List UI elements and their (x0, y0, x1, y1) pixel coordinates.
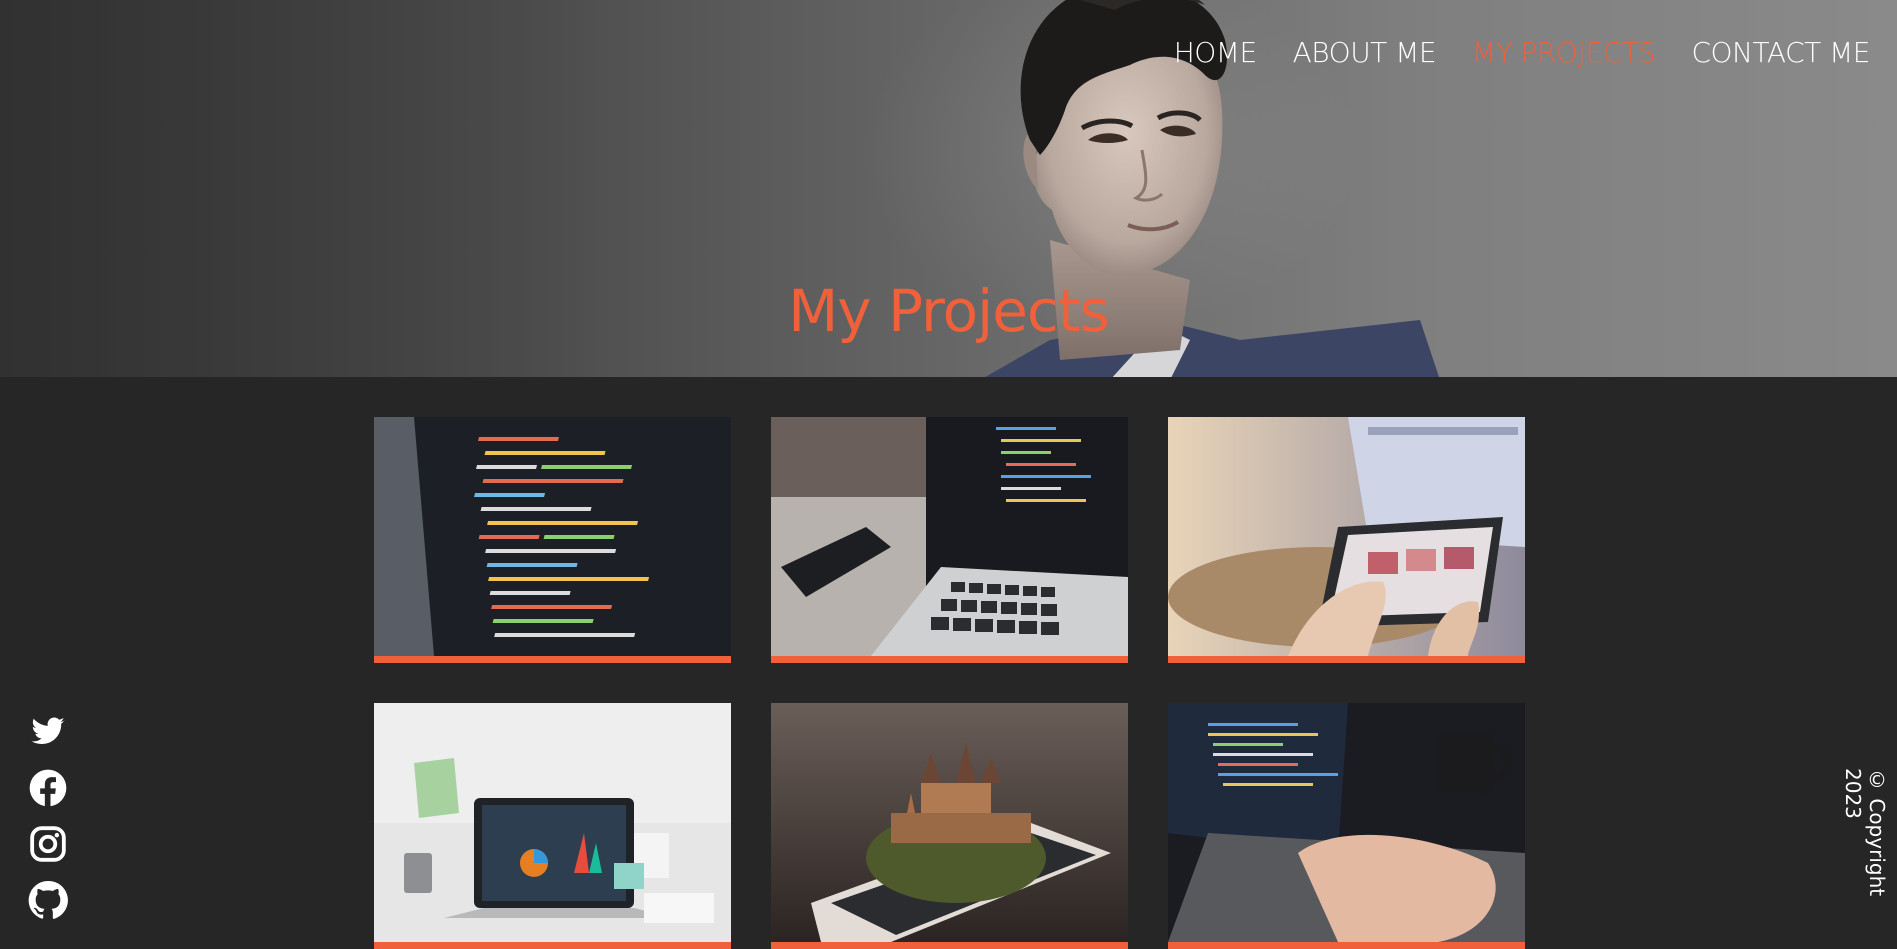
project-card-2[interactable] (771, 417, 1128, 663)
page-title: My Projects (788, 277, 1109, 345)
social-links (27, 712, 69, 920)
phone-with-castle-photo (771, 703, 1128, 942)
card-accent-bar (374, 942, 731, 949)
facebook-icon[interactable] (27, 768, 69, 808)
card-accent-bar (1168, 942, 1525, 949)
project-card-1[interactable] (374, 417, 731, 663)
card-accent-bar (771, 942, 1128, 949)
nav-home[interactable]: HOME (1174, 36, 1257, 69)
laptop-with-phone-code-photo (771, 417, 1128, 656)
project-card-4[interactable] (374, 703, 731, 949)
hero-banner: HOME ABOUT ME MY PROJECTS CONTACT ME My … (0, 0, 1897, 377)
laptop-dashboard-charts-photo (374, 703, 731, 942)
nav-contact-me[interactable]: CONTACT ME (1691, 36, 1870, 69)
project-card-5[interactable] (771, 703, 1128, 949)
hands-tablet-laptop-photo (1168, 417, 1525, 656)
twitter-icon[interactable] (27, 712, 69, 752)
card-accent-bar (771, 656, 1128, 663)
instagram-icon[interactable] (27, 824, 69, 864)
copyright-text: © Copyright 2023 (1841, 768, 1889, 897)
github-icon[interactable] (27, 880, 69, 920)
project-card-6[interactable] (1168, 703, 1525, 949)
project-card-3[interactable] (1168, 417, 1525, 663)
card-accent-bar (1168, 656, 1525, 663)
nav-my-projects[interactable]: MY PROJECTS (1472, 36, 1656, 69)
typing-laptop-mug-photo (1168, 703, 1525, 942)
code-editor-screen-photo (374, 417, 731, 656)
nav-about-me[interactable]: ABOUT ME (1293, 36, 1437, 69)
card-accent-bar (374, 656, 731, 663)
main-nav: HOME ABOUT ME MY PROJECTS CONTACT ME (1174, 36, 1871, 69)
